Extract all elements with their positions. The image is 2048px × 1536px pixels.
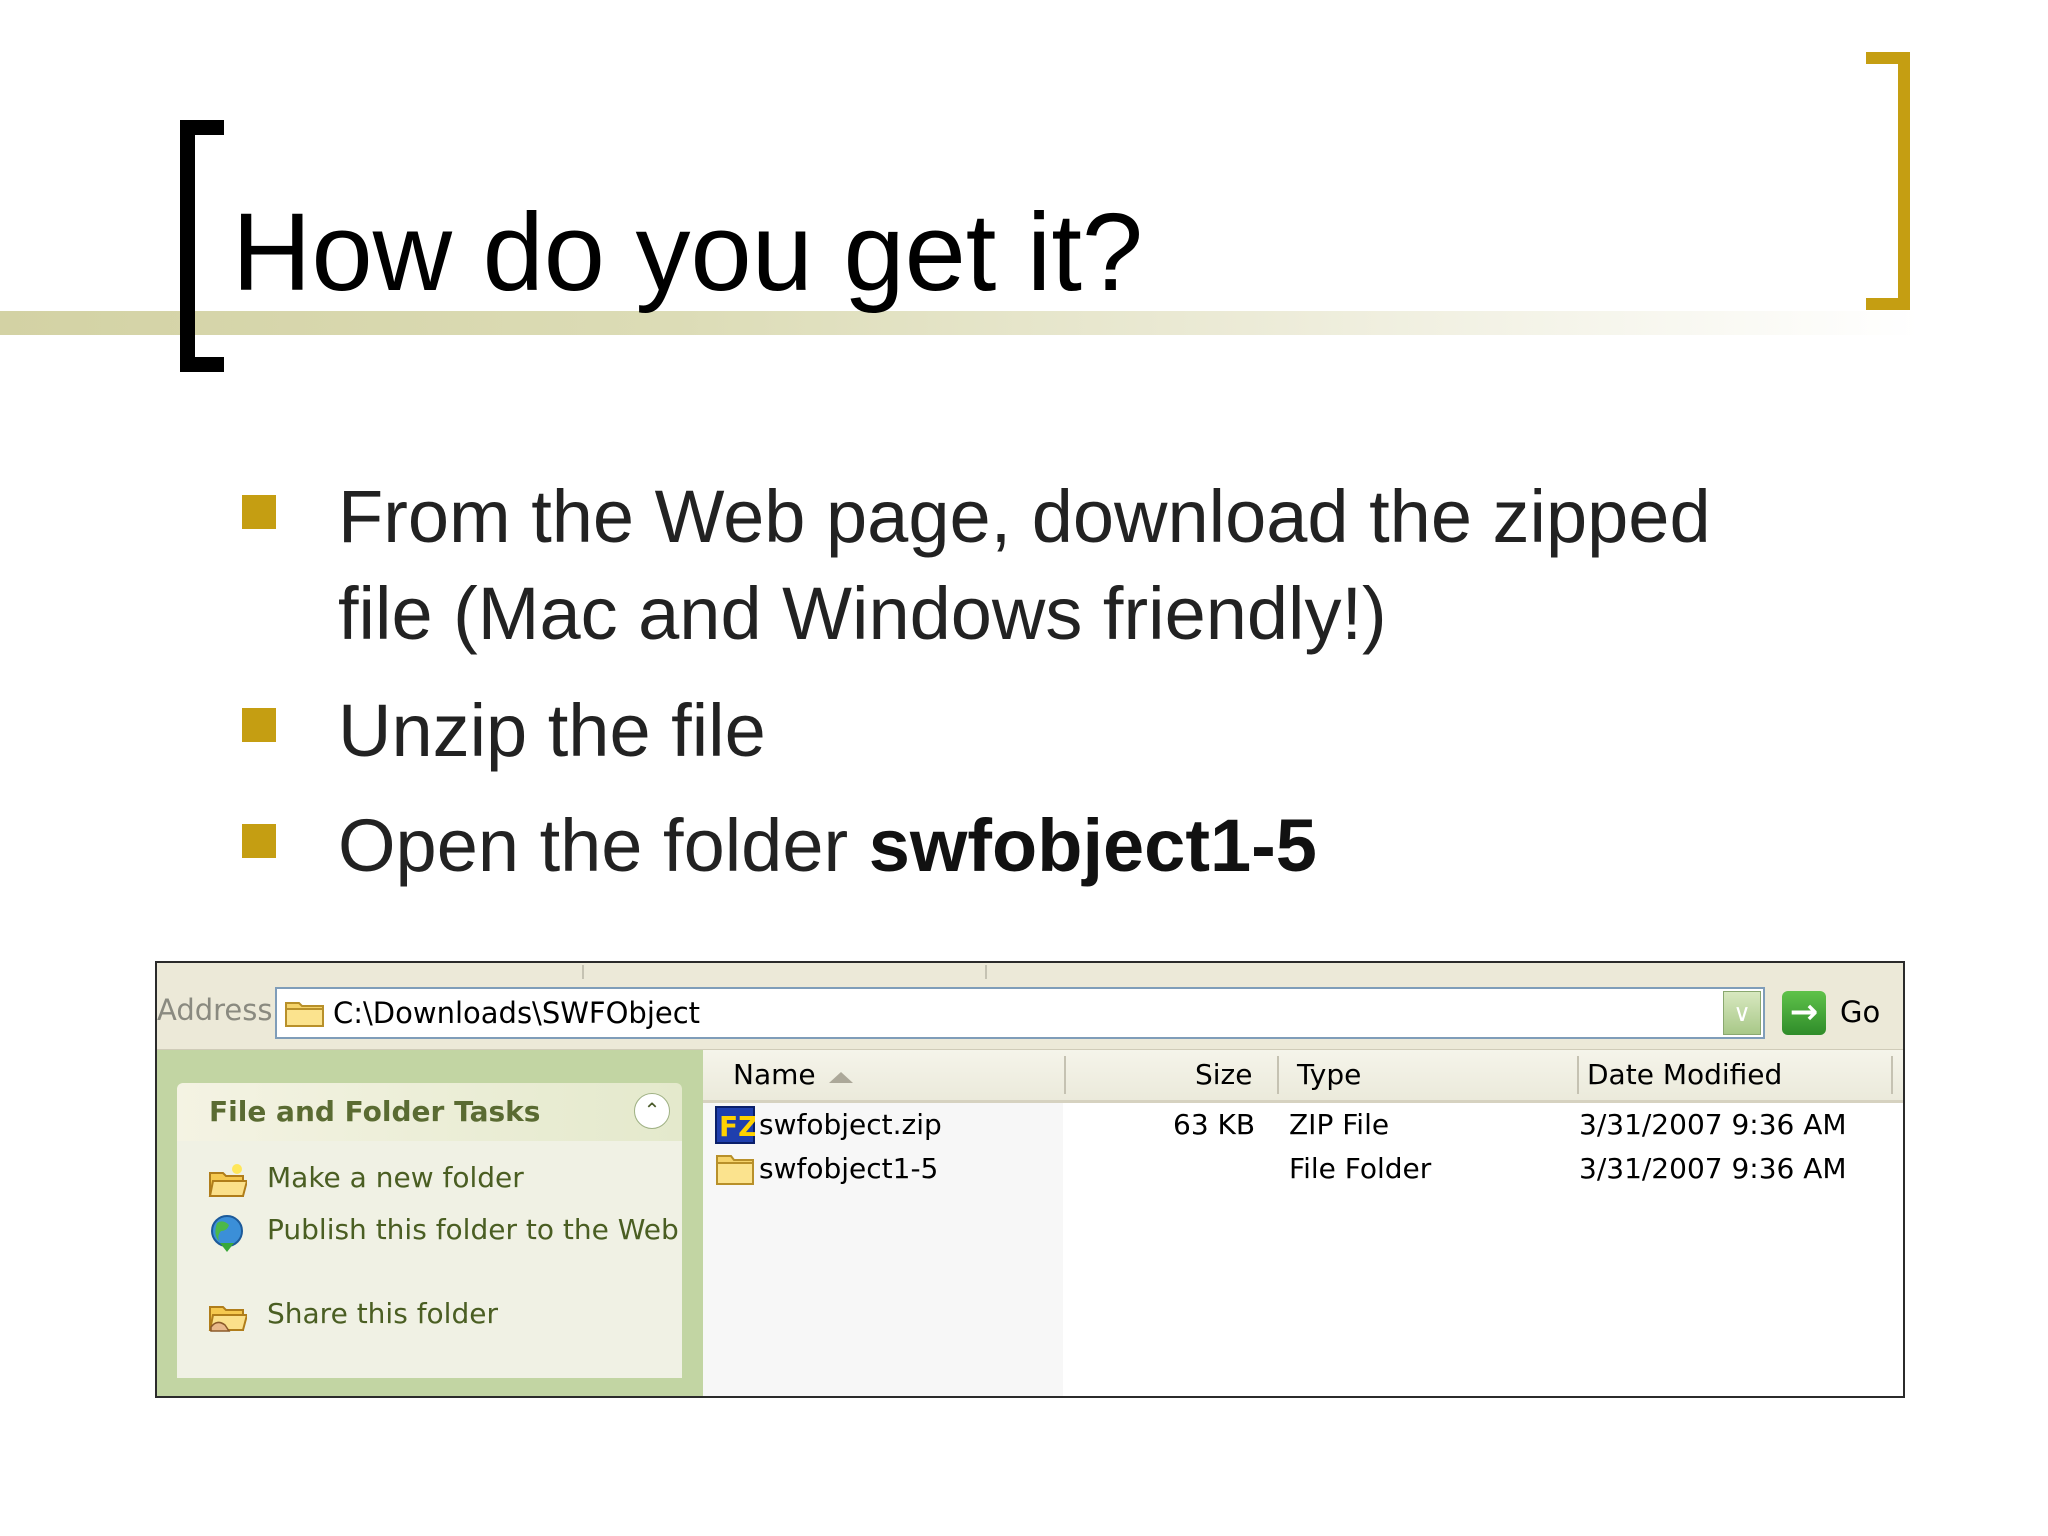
column-divider[interactable] — [1891, 1056, 1893, 1094]
title-underline — [0, 311, 1920, 335]
file-date: 3/31/2007 9:36 AM — [1579, 1152, 1847, 1185]
explorer-window: Address C:\Downloads\SWFObject ∨ → Go Fi… — [155, 961, 1905, 1398]
file-size: 63 KB — [1173, 1108, 1256, 1141]
svg-text:FZ: FZ — [719, 1110, 755, 1143]
bullet-marker — [242, 495, 276, 529]
task-label: Publish this folder to the Web — [267, 1213, 679, 1246]
sort-ascending-icon — [829, 1072, 853, 1083]
bullet-3-folder-name: swfobject1-5 — [868, 804, 1317, 887]
new-folder-icon — [208, 1164, 247, 1197]
toolbar-separator — [582, 965, 584, 979]
address-path: C:\Downloads\SWFObject — [333, 996, 701, 1030]
left-bracket-decoration — [180, 120, 224, 372]
toolbar-strip — [157, 963, 1903, 982]
folder-icon — [716, 1155, 754, 1185]
bullet-marker — [242, 824, 276, 858]
go-label: Go — [1840, 995, 1881, 1029]
column-divider[interactable] — [1277, 1056, 1279, 1094]
column-size[interactable]: Size — [1195, 1058, 1252, 1091]
bullet-3: Open the folder swfobject1-5 — [338, 797, 1317, 895]
address-label: Address — [157, 993, 273, 1027]
tasks-body: Make a new folder Publish this folder to… — [177, 1141, 682, 1378]
file-row[interactable]: FZ swfobject.zip 63 KB ZIP File 3/31/200… — [703, 1104, 1903, 1148]
double-chevron-up-icon[interactable]: ⌃ — [634, 1093, 670, 1129]
column-divider[interactable] — [1577, 1056, 1579, 1094]
file-date: 3/31/2007 9:36 AM — [1579, 1108, 1847, 1141]
globe-icon — [211, 1215, 243, 1252]
task-label: Share this folder — [267, 1297, 498, 1330]
slide-title: How do you get it? — [232, 191, 1144, 314]
share-folder-icon — [208, 1306, 247, 1332]
right-bracket-decoration — [1866, 52, 1910, 310]
folder-icon — [285, 1002, 324, 1027]
tasks-title: File and Folder Tasks — [209, 1095, 541, 1128]
tasks-header[interactable]: File and Folder Tasks ⌃ — [177, 1083, 682, 1141]
task-share-folder[interactable]: Share this folder — [207, 1297, 687, 1337]
file-name: swfobject1-5 — [759, 1152, 939, 1185]
chevron-down-icon[interactable]: ∨ — [1723, 991, 1761, 1035]
file-name: swfobject.zip — [759, 1108, 942, 1141]
file-list: Name Size Type Date Modified FZ swfobjec… — [703, 1050, 1903, 1396]
bullet-2: Unzip the file — [338, 689, 766, 772]
file-type: File Folder — [1289, 1152, 1432, 1185]
toolbar-separator — [985, 965, 987, 979]
column-name[interactable]: Name — [733, 1058, 816, 1091]
bullet-marker — [242, 708, 276, 742]
column-type[interactable]: Type — [1297, 1058, 1361, 1091]
task-publish-to-web[interactable]: Publish this folder to the Web — [207, 1213, 687, 1285]
column-header-row: Name Size Type Date Modified — [703, 1050, 1903, 1103]
address-bar: Address C:\Downloads\SWFObject ∨ → Go — [157, 981, 1903, 1050]
bullet-3-text: Open the folder — [338, 804, 869, 887]
column-divider[interactable] — [1064, 1056, 1066, 1094]
address-input[interactable]: C:\Downloads\SWFObject ∨ — [275, 987, 1765, 1039]
task-pane: File and Folder Tasks ⌃ Make a new folde… — [157, 1050, 703, 1396]
go-button[interactable]: → Go — [1782, 989, 1902, 1039]
task-make-new-folder[interactable]: Make a new folder — [207, 1161, 687, 1201]
bullet-1-line-1: From the Web page, download the zipped — [338, 475, 1711, 558]
task-label: Make a new folder — [267, 1161, 524, 1194]
file-row[interactable]: swfobject1-5 File Folder 3/31/2007 9:36 … — [703, 1148, 1903, 1192]
bullet-1-line-2: file (Mac and Windows friendly!) — [338, 572, 1387, 655]
column-date-modified[interactable]: Date Modified — [1587, 1058, 1782, 1091]
filezilla-zip-icon: FZ — [715, 1106, 755, 1144]
arrow-right-icon: → — [1782, 991, 1826, 1035]
file-type: ZIP File — [1289, 1108, 1390, 1141]
